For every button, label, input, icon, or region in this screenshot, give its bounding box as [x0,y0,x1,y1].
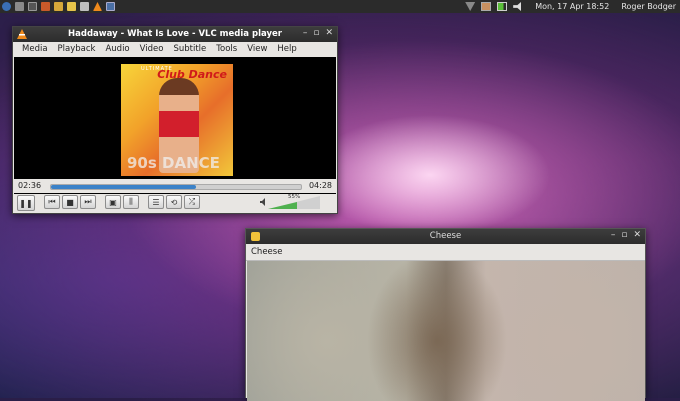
text-icon[interactable] [80,2,89,11]
album-art: ULTIMATE Club Dance 90s DANCE [121,64,233,176]
vlc-icon[interactable] [93,2,102,11]
shuffle-icon: ⤮ [188,197,196,206]
menu-subtitle[interactable]: Subtitle [168,44,211,54]
loop-button[interactable]: ⟲ [166,195,182,209]
shuffle-button[interactable]: ⤮ [184,195,200,209]
folder-icon[interactable] [54,2,63,11]
menu-video[interactable]: Video [135,44,169,54]
playback-controls: ❚❚ ⏮ ■ ⏭ ▣ ⫼ ☰ ⟲ ⤮ 55% [14,194,336,212]
seek-progress [51,185,196,189]
menu-view[interactable]: View [242,44,272,54]
playlist-icon: ☰ [152,197,160,207]
album-art-subtitle: 90s DANCE [127,154,220,172]
menu-help[interactable]: Help [272,44,301,54]
extended-settings-icon: ⫼ [129,197,133,206]
pause-button[interactable]: ❚❚ [17,195,35,211]
close-button[interactable]: ✕ [325,28,333,38]
volume-slider[interactable]: 55% [268,194,324,210]
maximize-button[interactable]: ▫ [313,28,319,38]
next-icon: ⏭ [84,197,92,206]
camera-preview [247,261,645,401]
browser-icon[interactable] [41,2,50,11]
previous-icon: ⏮ [48,197,56,206]
cheese-window: Cheese – ▫ ✕ Cheese [245,228,646,401]
menu-cheese[interactable]: Cheese [250,247,287,257]
menu-playback[interactable]: Playback [53,44,101,54]
top-panel: Mon, 17 Apr 18:52 Roger Bodger [0,0,680,13]
active-window-icon[interactable] [106,2,115,11]
menu-audio[interactable]: Audio [100,44,134,54]
vlc-menubar: Media Playback Audio Video Subtitle Tool… [13,42,337,56]
network-icon[interactable] [465,2,476,11]
seek-slider[interactable] [50,184,302,190]
playlist-button[interactable]: ☰ [148,195,164,209]
total-time: 04:28 [308,181,332,190]
cheese-minimize-button[interactable]: – [611,230,616,240]
vlc-title: Haddaway - What Is Love - VLC media play… [68,29,282,39]
cheese-title: Cheese [429,231,462,241]
time-bar: 02:36 04:28 [14,179,336,193]
vlc-window: Haddaway - What Is Love - VLC media play… [12,26,338,214]
stop-icon: ■ [66,197,74,207]
menu-tools[interactable]: Tools [211,44,242,54]
volume-percent: 55% [288,194,301,200]
previous-button[interactable]: ⏮ [44,195,60,209]
system-tray: Mon, 17 Apr 18:52 Roger Bodger [465,0,676,13]
cheese-titlebar[interactable]: Cheese – ▫ ✕ [246,229,645,244]
cheese-menubar: Cheese [246,244,645,261]
editor-icon[interactable] [67,2,76,11]
battery-icon[interactable] [497,2,508,11]
minimize-button[interactable]: – [303,28,308,38]
menu-icon[interactable] [2,2,11,11]
pause-icon: ❚❚ [19,198,33,208]
volume-icon[interactable] [513,2,521,11]
next-button[interactable]: ⏭ [80,195,96,209]
cheese-close-button[interactable]: ✕ [633,230,641,240]
elapsed-time: 02:36 [18,181,42,190]
cheese-maximize-button[interactable]: ▫ [621,230,627,240]
launcher-bar [2,2,115,11]
fullscreen-button[interactable]: ▣ [105,195,121,209]
user-icon[interactable] [481,2,492,11]
stop-button[interactable]: ■ [62,195,78,209]
clock[interactable]: Mon, 17 Apr 18:52 [535,2,609,11]
volume-level [268,202,297,209]
files-icon[interactable] [15,2,24,11]
vlc-titlebar[interactable]: Haddaway - What Is Love - VLC media play… [13,27,337,42]
album-art-title: Club Dance [157,68,227,81]
extended-settings-button[interactable]: ⫼ [123,195,139,209]
user-name[interactable]: Roger Bodger [621,2,676,11]
fullscreen-icon: ▣ [109,197,117,207]
speaker-icon[interactable] [260,198,268,206]
terminal-icon[interactable] [28,2,37,11]
loop-icon: ⟲ [170,197,178,207]
menu-media[interactable]: Media [17,44,53,54]
